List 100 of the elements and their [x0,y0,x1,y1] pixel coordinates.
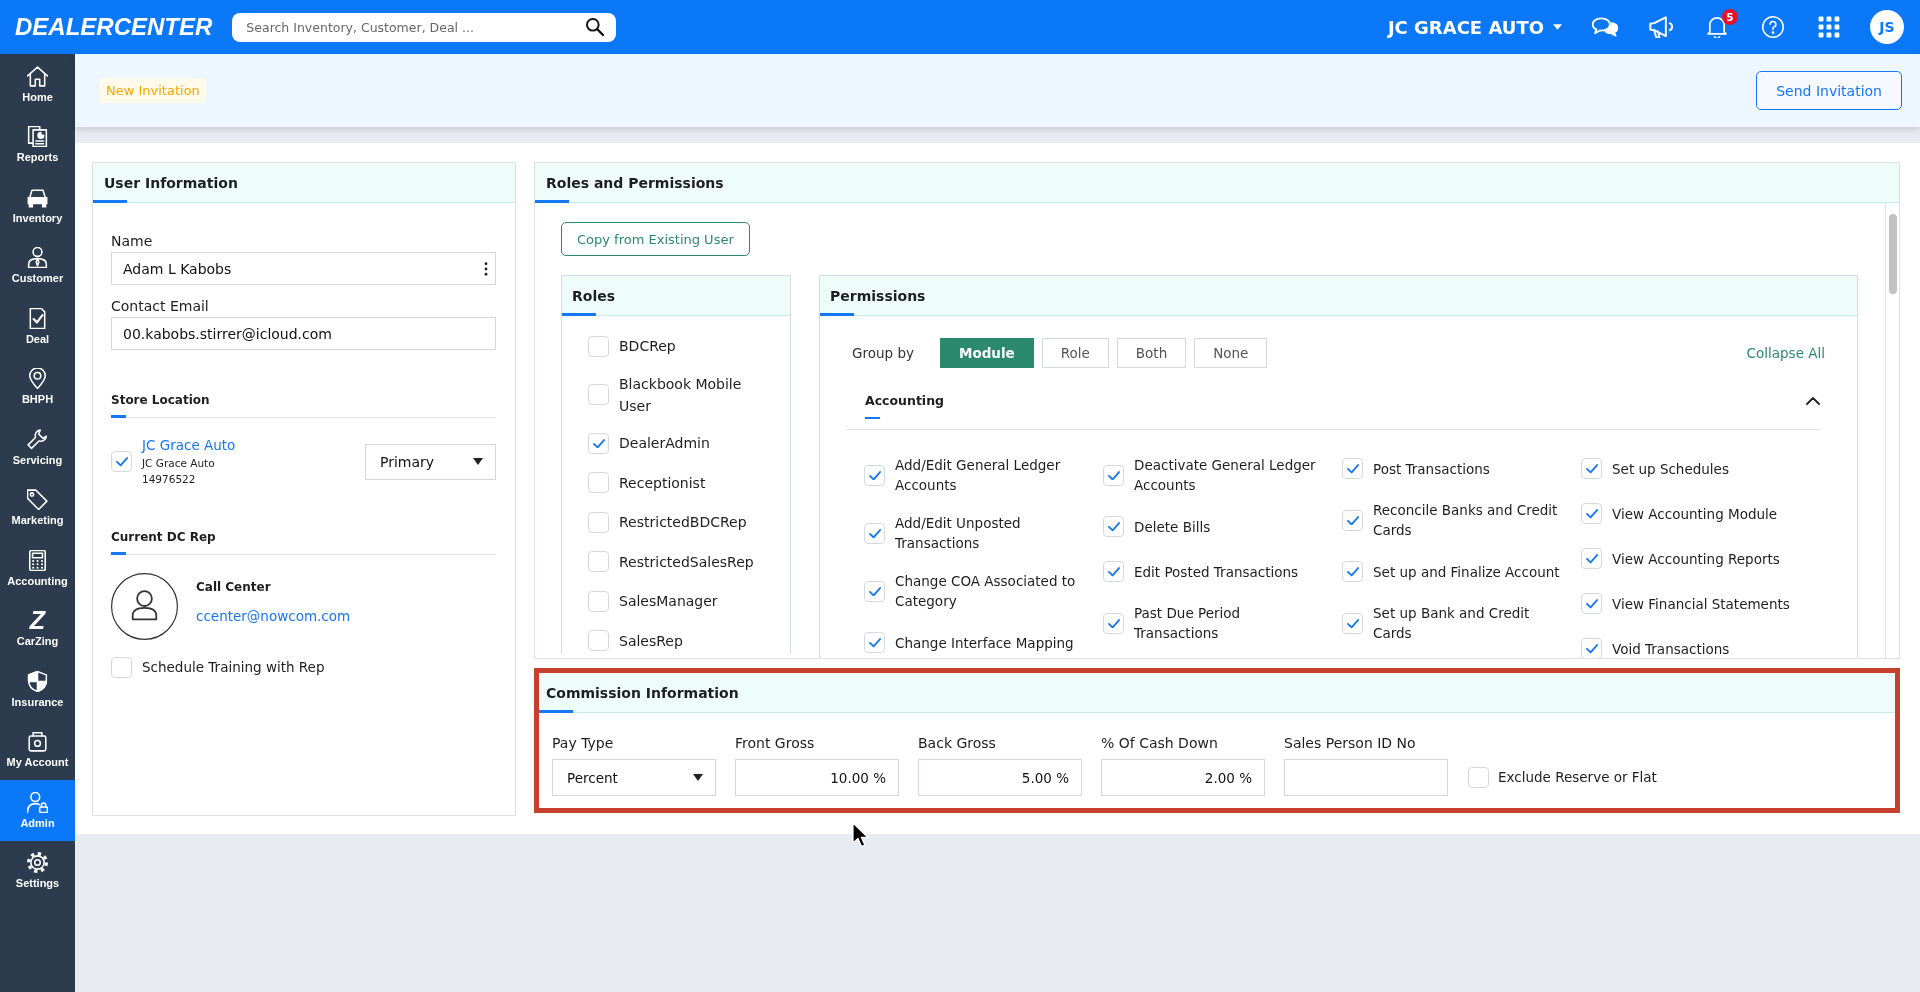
checkbox-label: Schedule Training with Rep [142,658,325,677]
store-name: JC Grace Auto [142,456,216,471]
permission-label: Set up Schedules [1612,459,1730,479]
checkbox[interactable] [588,630,609,651]
permission-label: Set up and Finalize Account [1373,562,1561,582]
sidebar-item[interactable]: Insurance [0,659,75,720]
check-icon [1585,599,1598,609]
checkbox[interactable] [1581,638,1602,658]
help-icon[interactable] [1760,16,1786,38]
checkbox[interactable] [1581,503,1602,524]
collapse-all-link[interactable]: Collapse All [1746,344,1825,362]
sidebar-item[interactable]: Marketing [0,477,75,538]
sidebar-item[interactable]: Inventory [0,175,75,236]
role-label: SalesRep [619,631,683,651]
checkbox[interactable] [1103,561,1124,582]
sidebar-item[interactable]: Admin [0,780,75,841]
checkbox[interactable] [1103,612,1124,634]
checkbox[interactable] [1103,464,1124,486]
field-label: Pay Type [552,735,615,752]
search-icon[interactable] [586,18,605,36]
checkbox[interactable] [1342,509,1363,531]
text-field[interactable]: 5.00 % [918,759,1082,796]
checkbox[interactable] [864,522,885,544]
logo[interactable]: DEALERCENTER [15,13,213,41]
group-by-option[interactable]: Module [939,338,1034,368]
notification-badge: 5 [1722,9,1738,25]
checkbox[interactable] [1103,516,1124,537]
briefcase-icon [27,731,48,753]
role-label: DealerAdmin [619,434,710,453]
text-field[interactable] [1284,759,1448,796]
role-label: RestrictedSalesRep [619,552,754,572]
copy-user-button[interactable]: Copy from Existing User [561,222,750,256]
more-icon[interactable] [484,261,488,276]
field-label: Front Gross [735,735,816,752]
checkbox[interactable] [588,511,609,533]
checkbox[interactable] [1581,548,1602,569]
user-avatar[interactable]: JS [1870,10,1904,44]
sidebar-item[interactable]: Deal [0,296,75,357]
user-lock-icon [27,791,48,813]
checkbox[interactable] [111,657,132,678]
permission-label: Post Transactions [1373,459,1491,479]
send-invitation-button[interactable]: Send Invitation [1756,71,1902,110]
caret-icon [1553,24,1562,30]
store-link[interactable]: JC Grace Auto [142,436,236,455]
accordion-header[interactable]: Accounting [846,379,1821,430]
sidebar-item[interactable]: Reports [0,114,75,175]
sidebar-item[interactable]: BHPH [0,356,75,417]
search-field[interactable]: Search Inventory, Customer, Deal ... [232,12,617,42]
store-selector[interactable]: JC GRACE AUTO [1387,16,1562,38]
letter-logo: Z [29,610,46,632]
sidebar-item[interactable]: Accounting [0,538,75,599]
checkbox[interactable] [1342,458,1363,479]
name-field[interactable]: Adam L Kabobs [111,252,496,285]
checkbox[interactable] [864,464,885,486]
checkbox[interactable] [588,590,609,612]
checkbox[interactable] [864,580,885,602]
sidebar-item[interactable]: Settings [0,840,75,901]
permission-label: Reconcile Banks and Credit Cards [1373,501,1559,540]
check-icon [1346,515,1359,526]
sidebar-item[interactable]: Home [0,54,75,115]
card-title: Roles [572,286,616,305]
checkbox[interactable] [111,451,132,472]
permission-label: Edit Posted Transactions [1134,562,1300,582]
checkbox[interactable] [588,551,609,572]
dropdown[interactable]: Percent [552,759,716,796]
checkbox[interactable] [1581,593,1602,614]
sidebar-item[interactable]: My Account [0,719,75,780]
checkbox[interactable] [1342,612,1363,634]
check-icon [1107,470,1120,481]
sidebar-item[interactable]: Customer [0,235,75,296]
group-by-option[interactable]: Both [1116,338,1187,368]
sidebar-item[interactable]: Servicing [0,417,75,478]
apps-grid-icon[interactable] [1816,16,1842,38]
checkbox[interactable] [588,384,609,405]
scrollbar-thumb[interactable] [1889,214,1897,294]
email-link[interactable]: ccenter@nowcom.com [196,607,351,626]
chat-icon[interactable] [1592,16,1618,38]
checkbox[interactable] [1468,767,1489,788]
checkbox[interactable] [864,632,885,653]
text-field[interactable]: 2.00 % [1101,759,1265,796]
person-icon [27,247,48,269]
megaphone-icon[interactable] [1648,16,1674,38]
avatar-icon [111,573,178,640]
checkbox[interactable] [588,472,609,493]
text-field[interactable]: 10.00 % [735,759,899,796]
role-label: RestrictedBDCRep [619,513,747,532]
check-icon [1107,567,1120,577]
permission-label: Change COA Associated to Category [895,572,1077,611]
sidebar-item[interactable]: Z CarZing [0,598,75,659]
dropdown[interactable]: Primary [365,443,496,480]
checkbox[interactable] [1581,458,1602,479]
checkbox[interactable] [588,432,609,454]
group-by-option[interactable]: None [1194,338,1268,368]
home-icon [27,65,48,87]
email-field[interactable]: 00.kabobs.stirrer@icloud.com [111,317,496,350]
group-by-option[interactable]: Role [1041,338,1109,368]
checkbox[interactable] [588,335,609,357]
checkbox[interactable] [1342,561,1363,582]
check-icon [868,528,881,539]
field-label: Name [111,233,154,249]
